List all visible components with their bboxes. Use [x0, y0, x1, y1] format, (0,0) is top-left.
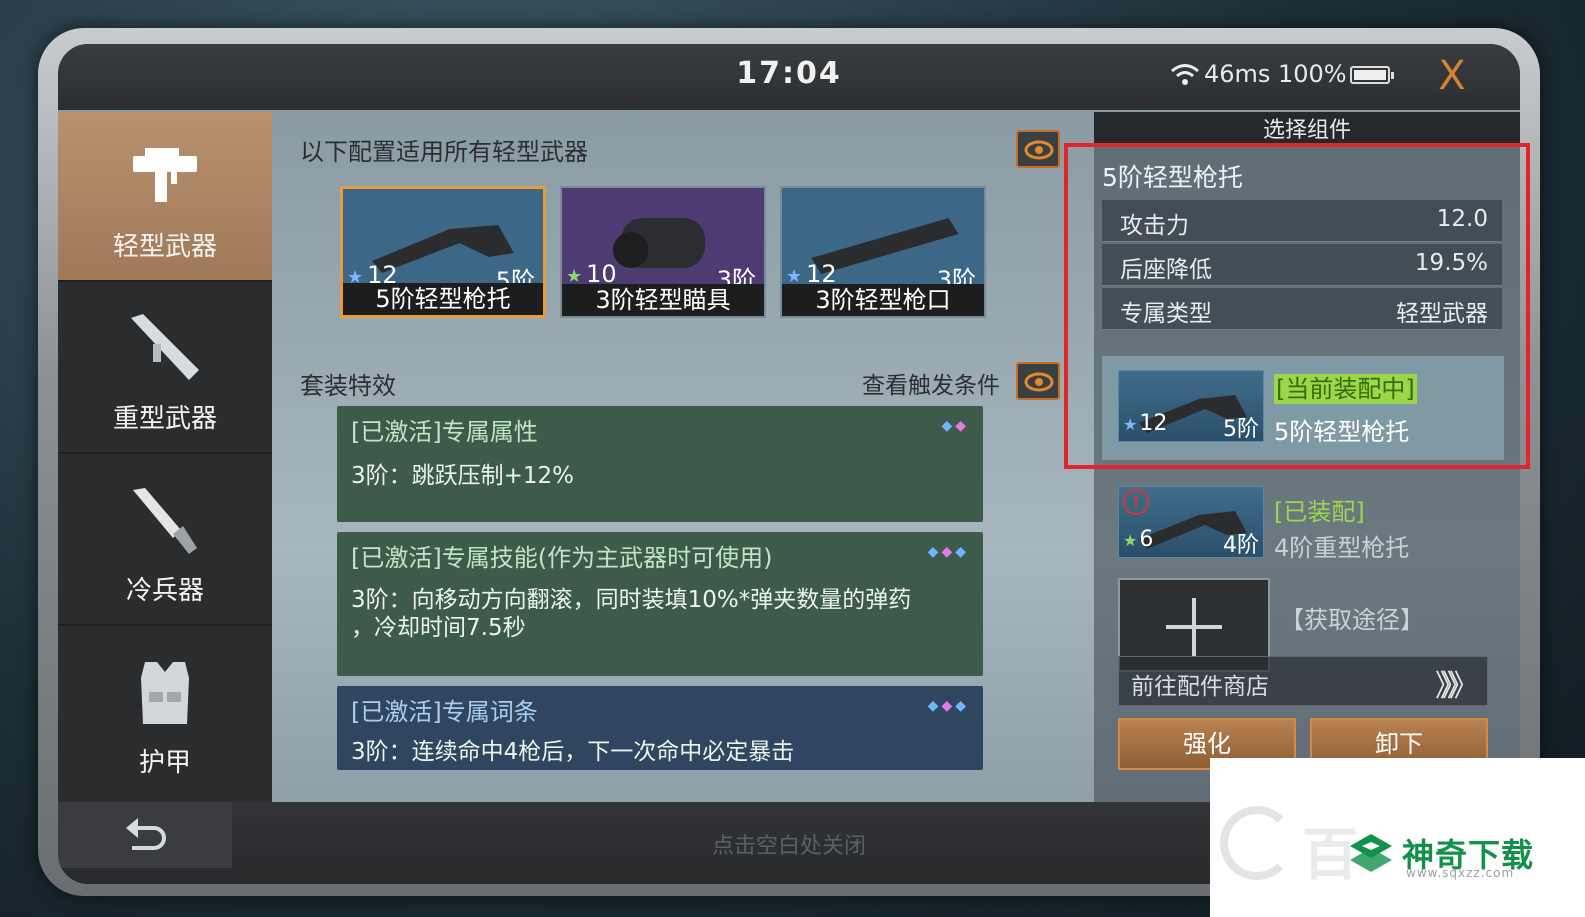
chevrons-right-icon: 》》》	[1435, 669, 1479, 704]
watermark: 百 神奇下载 www.sqxzz.com	[1210, 758, 1585, 917]
watermark-c-shape	[1220, 806, 1294, 880]
panel-body: 3阶：跳跃压制+12%	[351, 463, 575, 489]
set-effect-panel-skill: [已激活]专属技能(作为主武器时可使用) ◆◆◆ 3阶：向移动方向翻滚，同时装填…	[337, 532, 983, 676]
tier-dots: ◆◆◆	[927, 544, 969, 560]
option-thumbnail: ! ★6 4阶	[1118, 486, 1264, 558]
panel-body-line-1: 3阶：向移动方向翻滚，同时装填10%*弹夹数量的弹药	[351, 587, 912, 613]
panel-title: [已激活]专属技能(作为主武器时可使用)	[351, 544, 773, 572]
sidebar-item-armor[interactable]: 护甲	[58, 628, 272, 798]
sidebar-item-label: 护甲	[138, 748, 191, 778]
sidebar-item-light-weapons[interactable]: 轻型武器	[58, 112, 272, 282]
set-effect-panel-entry: [已激活]专属词条 ◆◆◆ 3阶：连续命中4枪后，下一次命中必定暴击	[337, 686, 983, 770]
option-name: 4阶重型枪托	[1274, 534, 1410, 562]
sidebar-item-label: 冷兵器	[125, 576, 204, 606]
option-tier: 4阶	[1223, 533, 1259, 558]
attachment-card-stock[interactable]: ★ 12 5阶 5阶轻型枪托	[340, 186, 546, 318]
attachment-card-muzzle[interactable]: ★ 12 3阶 3阶轻型枪口	[780, 186, 986, 318]
card-name: 3阶轻型枪口	[782, 284, 984, 316]
go-to-shop-button[interactable]: 前往配件商店 》》》	[1118, 656, 1488, 706]
battery-icon	[1350, 66, 1394, 84]
knife-icon	[133, 488, 197, 554]
shop-label: 前往配件商店	[1131, 674, 1269, 700]
wifi-icon	[1171, 64, 1199, 85]
panel-title: [已激活]专属属性	[351, 418, 538, 446]
view-conditions-button[interactable]	[1016, 362, 1060, 400]
option-equipped-stock[interactable]: ! ★6 4阶 [已装配] 4阶重型枪托	[1102, 472, 1504, 576]
sidebar-item-melee[interactable]: 冷兵器	[58, 456, 272, 626]
panel-body: 3阶：连续命中4枪后，下一次命中必定暴击	[351, 739, 795, 765]
vest-icon	[141, 662, 189, 724]
equipped-tag: [已装配]	[1274, 498, 1365, 526]
card-name: 5阶轻型枪托	[343, 283, 543, 315]
set-effects-title: 套装特效	[300, 372, 396, 400]
ping-readout: 46ms	[1204, 60, 1271, 88]
set-effect-panel-attribute: [已激活]专属属性 ◆◆ 3阶：跳跃压制+12%	[337, 406, 983, 522]
panel-body-line-2: ，冷却时间7.5秒	[351, 615, 526, 641]
highlight-box	[1064, 143, 1530, 469]
watermark-logo-icon	[1350, 834, 1392, 872]
launcher-icon	[131, 314, 199, 380]
panel-title: [已激活]专属词条	[351, 698, 538, 726]
tier-dots: ◆◆	[941, 418, 969, 434]
eye-icon	[1024, 140, 1054, 160]
option-level: ★6	[1123, 527, 1154, 552]
status-bar: 17:04 46ms 100% X	[58, 44, 1520, 110]
eye-toggle-button[interactable]	[1016, 130, 1060, 168]
battery-percent: 100%	[1278, 60, 1347, 88]
card-name: 3阶轻型瞄具	[562, 284, 764, 316]
weapon-category-sidebar: 轻型武器 重型武器 冷兵器 护甲	[58, 112, 272, 802]
close-button[interactable]: X	[1426, 52, 1478, 100]
sidebar-item-label: 轻型武器	[112, 232, 217, 262]
component-select-header: 选择组件	[1094, 112, 1520, 146]
watermark-url: www.sqxzz.com	[1406, 866, 1515, 880]
eye-icon	[1024, 372, 1054, 392]
config-title: 以下配置适用所有轻型武器	[300, 138, 588, 166]
view-conditions-link[interactable]: 查看触发条件	[862, 366, 1000, 400]
sidebar-item-heavy-weapons[interactable]: 重型武器	[58, 284, 272, 454]
sidebar-item-label: 重型武器	[112, 404, 217, 434]
tier-dots: ◆◆◆	[927, 698, 969, 714]
attachment-card-scope[interactable]: ★ 10 3阶 3阶轻型瞄具	[560, 186, 766, 318]
smg-icon	[133, 148, 197, 202]
warning-icon: !	[1123, 489, 1149, 515]
acquire-source-link[interactable]: 【获取途径】	[1280, 600, 1424, 635]
